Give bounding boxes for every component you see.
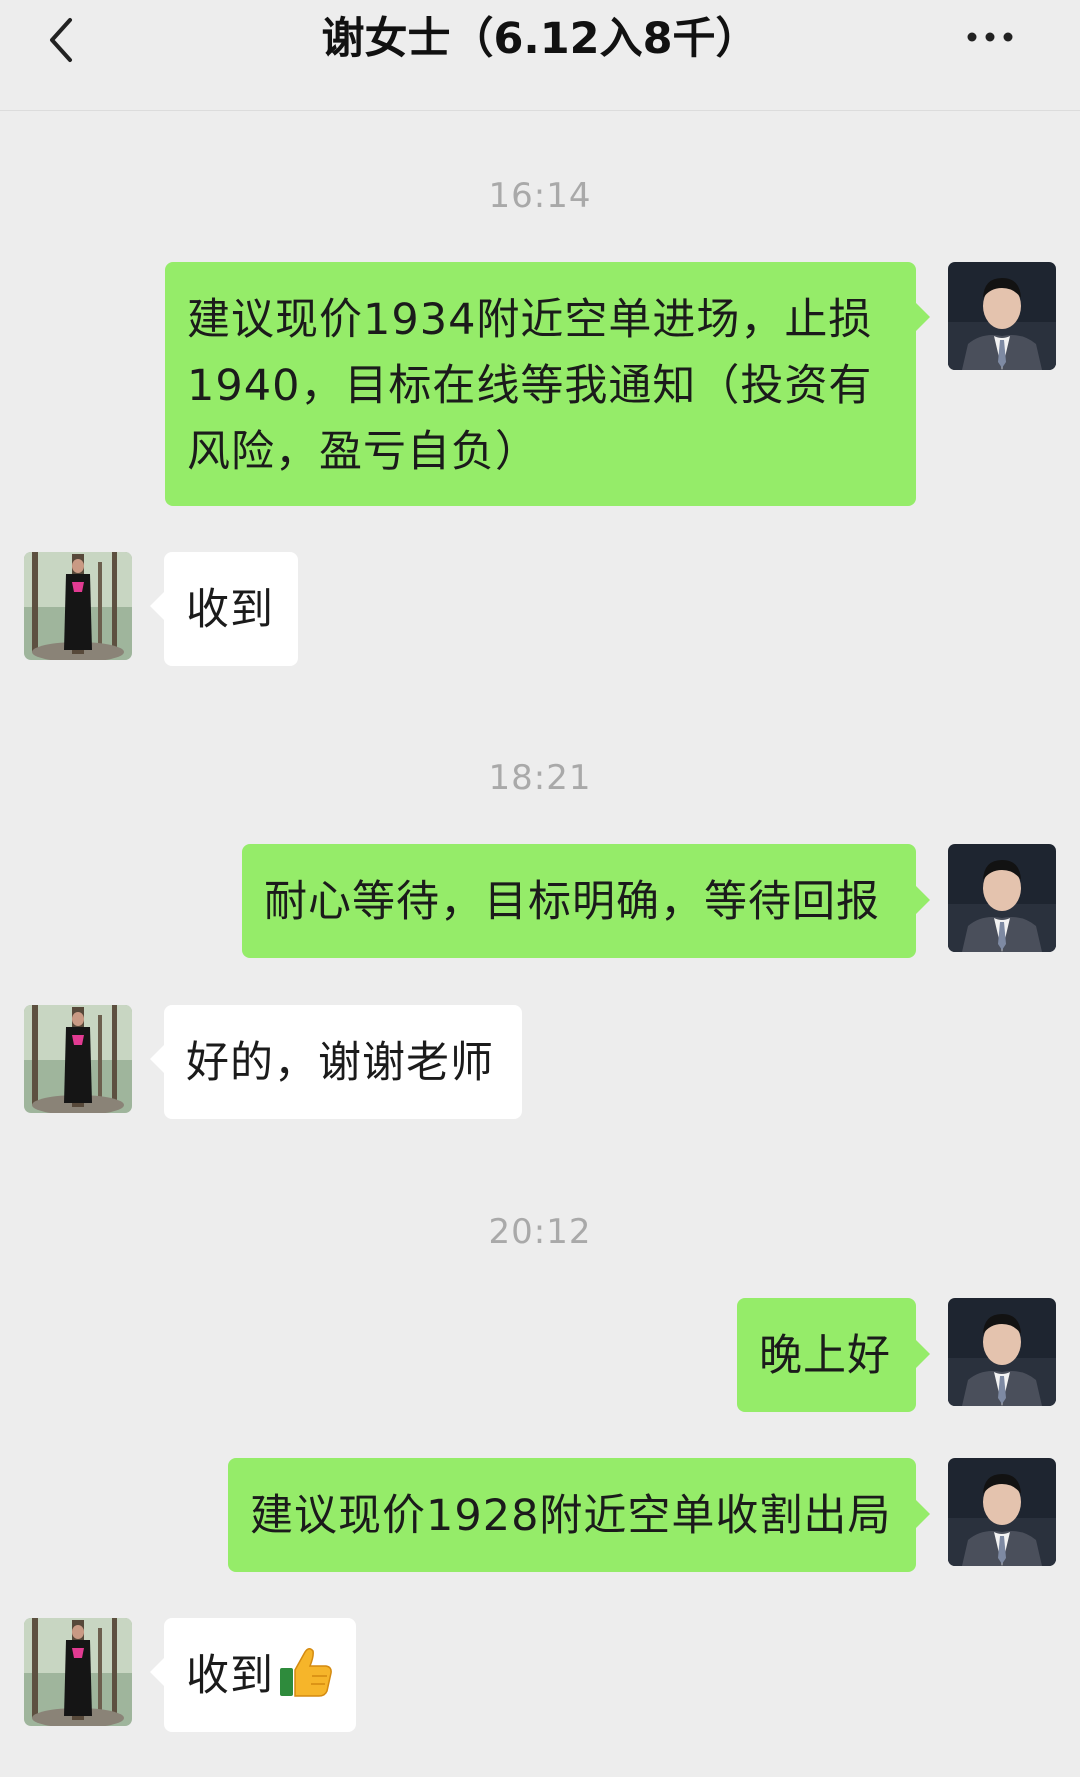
avatar-contact[interactable]	[24, 1005, 132, 1113]
message-text: 收到	[186, 1651, 274, 1701]
message-bubble-received[interactable]: 好的，谢谢老师	[164, 1005, 522, 1119]
avatar-woman-image	[24, 1005, 132, 1113]
message-bubble-received[interactable]: 收到	[164, 1618, 356, 1732]
avatar-man-image	[948, 1458, 1056, 1566]
bubble-tail	[150, 1045, 164, 1073]
timestamp: 16:14	[488, 176, 592, 216]
message-bubble-received[interactable]: 收到	[164, 552, 298, 666]
avatar-me[interactable]	[948, 262, 1056, 370]
message-bubble-sent[interactable]: 晚上好	[737, 1298, 916, 1412]
avatar-contact[interactable]	[24, 1618, 132, 1726]
avatar-woman-image	[24, 1618, 132, 1726]
avatar-me[interactable]	[948, 844, 1056, 952]
more-icon	[967, 32, 1013, 42]
avatar-woman-image	[24, 552, 132, 660]
avatar-man-image	[948, 262, 1056, 370]
timestamp: 20:12	[488, 1212, 592, 1252]
thumbs-up-icon	[278, 1646, 334, 1717]
avatar-man-image	[948, 1298, 1056, 1406]
bubble-tail	[916, 1500, 930, 1528]
more-button[interactable]	[958, 12, 1028, 62]
message-bubble-sent[interactable]: 建议现价1928附近空单收割出局	[228, 1458, 916, 1572]
chat-header: 谢女士（6.12入8千）	[0, 0, 1080, 111]
timestamp: 18:21	[488, 758, 592, 798]
bubble-tail	[916, 886, 930, 914]
message-bubble-sent[interactable]: 建议现价1934附近空单进场，止损1940，目标在线等我通知（投资有风险，盈亏自…	[165, 262, 916, 506]
chevron-left-icon	[50, 18, 72, 62]
bubble-tail	[150, 592, 164, 620]
chat-title: 谢女士（6.12入8千）	[321, 14, 759, 64]
avatar-contact[interactable]	[24, 552, 132, 660]
avatar-me[interactable]	[948, 1298, 1056, 1406]
avatar-man-image	[948, 844, 1056, 952]
bubble-tail	[150, 1658, 164, 1686]
bubble-tail	[916, 1340, 930, 1368]
back-button[interactable]	[40, 8, 90, 68]
bubble-tail	[916, 303, 930, 331]
avatar-me[interactable]	[948, 1458, 1056, 1566]
message-bubble-sent[interactable]: 耐心等待，目标明确，等待回报	[242, 844, 916, 958]
